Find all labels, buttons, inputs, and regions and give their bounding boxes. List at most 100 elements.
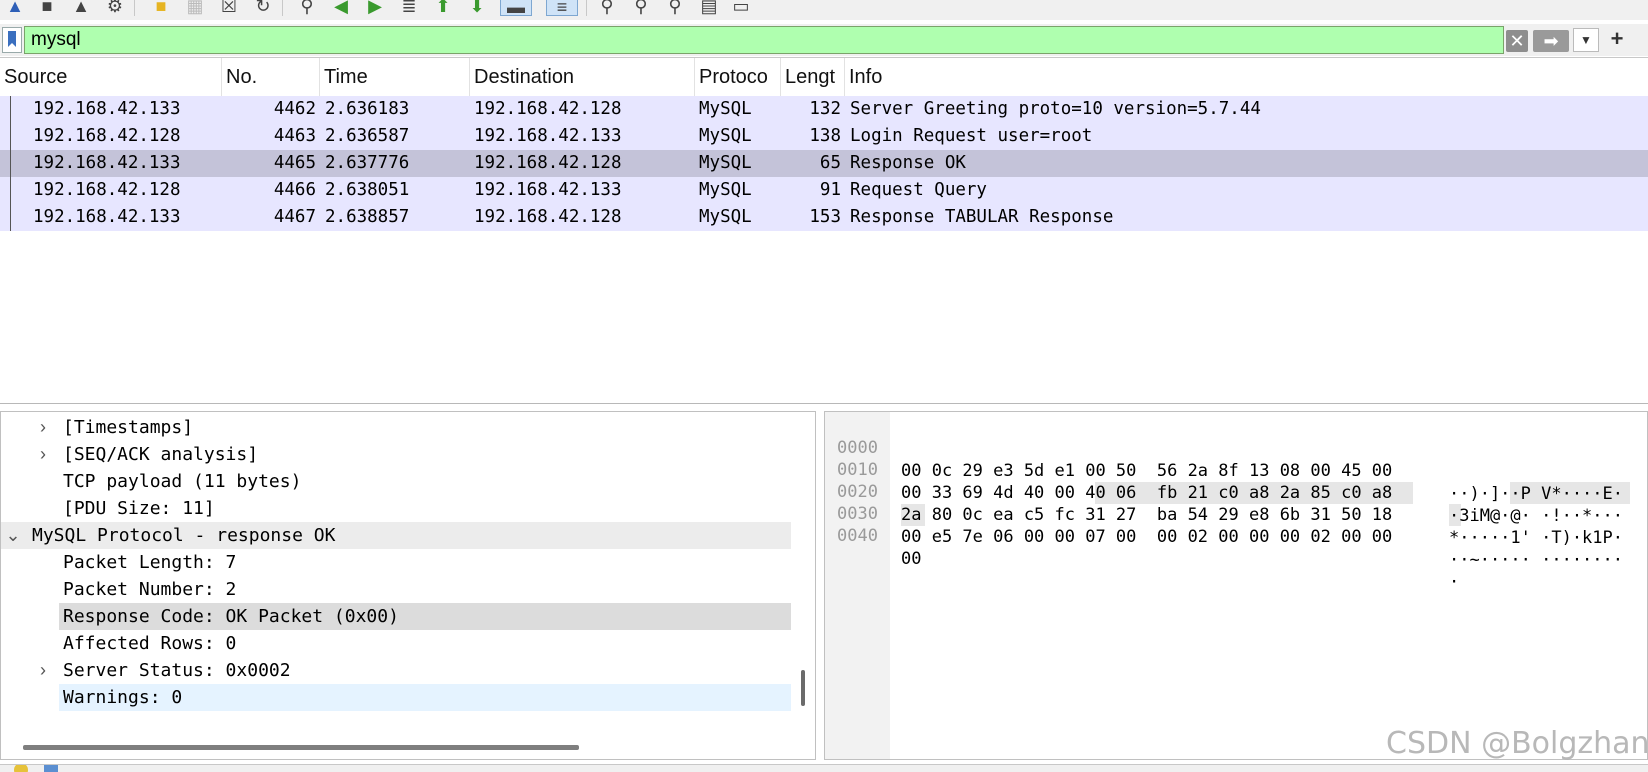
hex-bytes: 00 e5 7e 06 00 00 07 00 00 02 00 00 00 0… — [901, 527, 1393, 547]
go-back-icon[interactable]: ◀ — [330, 0, 352, 16]
column-header-no[interactable]: No. — [222, 58, 320, 96]
cell-source: 192.168.42.128 — [33, 126, 181, 146]
tree-item[interactable]: TCP payload (11 bytes) — [1, 468, 791, 495]
arrow-right-icon[interactable]: ➡ — [1533, 30, 1569, 52]
close-file-icon[interactable]: ☒ — [218, 0, 240, 16]
tree-item[interactable]: Packet Number: 2 — [1, 576, 791, 603]
tree-item-label: [Timestamps] — [63, 417, 194, 438]
cell-protocol: MySQL — [699, 207, 752, 227]
toolbar-separator — [586, 0, 587, 16]
cell-length: 138 — [809, 126, 841, 146]
cell-no: 4465 — [273, 153, 316, 173]
tree-item-selected[interactable]: Response Code: OK Packet (0x00) — [1, 603, 791, 630]
hex-ascii: · — [1449, 572, 1460, 592]
first-packet-icon[interactable]: ⬆ — [432, 0, 454, 16]
tree-item[interactable]: › [Timestamps] — [1, 414, 791, 441]
tree-item[interactable]: › [SEQ/ACK analysis] — [1, 441, 791, 468]
tree-item-label: Affected Rows: 0 — [63, 633, 237, 654]
cell-time: 2.636183 — [325, 99, 410, 119]
packet-row[interactable]: 192.168.42.133 4467 2.638857 192.168.42.… — [0, 204, 1648, 231]
watermark: CSDN @Bolgzhang — [1386, 726, 1648, 761]
cell-info: Login Request user=root — [850, 126, 1093, 146]
cell-info: Server Greeting proto=10 version=5.7.44 — [850, 99, 1261, 119]
cell-info: Response OK — [850, 153, 966, 173]
open-file-icon[interactable]: ■ — [150, 0, 172, 16]
tree-item-mysql-protocol[interactable]: ⌄ MySQL Protocol - response OK — [1, 522, 791, 549]
vertical-scrollbar[interactable] — [801, 670, 805, 706]
shark-fin-start-icon[interactable]: ▲ — [4, 0, 26, 16]
chevron-right-icon[interactable]: › — [35, 414, 51, 441]
tree-item-label: Packet Length: 7 — [63, 552, 237, 573]
tree-item[interactable]: Affected Rows: 0 — [1, 630, 791, 657]
hex-row[interactable]: 0010 00 33 69 4d 40 00 40 06 fb 21 c0 a8… — [825, 436, 1623, 526]
go-to-packet-icon[interactable]: ≣ — [398, 0, 420, 16]
hex-ascii: ··)·]··P V*····E· — [1449, 484, 1623, 504]
hex-row[interactable]: 0000 00 0c 29 e3 5d e1 00 50 56 2a 8f 13… — [825, 414, 1623, 504]
cell-source: 192.168.42.133 — [33, 153, 181, 173]
chevron-right-icon[interactable]: › — [35, 657, 51, 684]
find-packet-icon[interactable]: ⚲ — [296, 0, 318, 16]
cell-no: 4462 — [273, 99, 316, 119]
hex-row[interactable]: 0030 00 e5 7e 06 00 00 07 00 00 02 00 00… — [825, 480, 1623, 570]
column-header-info[interactable]: Info — [845, 58, 1648, 96]
chevron-right-icon[interactable]: › — [35, 441, 51, 468]
cell-destination: 192.168.42.133 — [474, 180, 622, 200]
cell-length: 132 — [809, 99, 841, 119]
cell-time: 2.638857 — [325, 207, 410, 227]
normal-size-icon[interactable]: ⚲ — [664, 0, 686, 16]
horizontal-scrollbar[interactable] — [23, 745, 579, 750]
cell-length: 65 — [819, 153, 841, 173]
colorize-icon[interactable]: ≡ — [546, 0, 578, 17]
tree-item-label: TCP payload (11 bytes) — [63, 471, 302, 492]
cell-destination: 192.168.42.128 — [474, 153, 622, 173]
display-filter-bar: ✕ ➡ ▼ + — [0, 24, 1648, 56]
go-forward-icon[interactable]: ▶ — [364, 0, 386, 16]
packet-row[interactable]: 192.168.42.128 4466 2.638051 192.168.42.… — [0, 177, 1648, 204]
stop-capture-icon[interactable]: ■ — [36, 0, 58, 16]
hex-ascii: ·3iM@·@· ·!··*··· — [1449, 506, 1623, 526]
packet-row[interactable]: 192.168.42.128 4463 2.636587 192.168.42.… — [0, 123, 1648, 150]
tree-item[interactable]: › Server Status: 0x0002 — [1, 657, 791, 684]
packet-row[interactable]: 192.168.42.133 4462 2.636183 192.168.42.… — [0, 96, 1648, 123]
cell-source: 192.168.42.133 — [33, 207, 181, 227]
tree-item[interactable]: [PDU Size: 11] — [1, 495, 791, 522]
bookmark-icon[interactable] — [2, 27, 22, 53]
auto-scroll-icon[interactable]: ▬ — [500, 0, 532, 17]
hex-row[interactable]: 0040 00 · — [825, 502, 1459, 592]
plus-icon[interactable]: + — [1604, 26, 1630, 52]
chevron-down-icon[interactable]: ▼ — [1573, 28, 1599, 52]
hex-row[interactable]: 0020 2a 80 0c ea c5 fc 31 27 ba 54 29 e8… — [825, 458, 1623, 548]
columns-icon[interactable]: ▭ — [730, 0, 752, 16]
zoom-out-icon[interactable]: ⚲ — [630, 0, 652, 16]
hex-bytes: 00 33 69 4d 40 00 40 06 fb 21 c0 a8 2a 8… — [901, 483, 1393, 503]
tree-item-label: [PDU Size: 11] — [63, 498, 215, 519]
close-x-icon[interactable]: ✕ — [1506, 30, 1528, 52]
chevron-down-icon[interactable]: ⌄ — [5, 522, 21, 549]
tree-item[interactable]: Packet Length: 7 — [1, 549, 791, 576]
save-file-icon[interactable]: ▦ — [184, 0, 206, 16]
column-header-length[interactable]: Lengt — [781, 58, 845, 96]
cell-source: 192.168.42.128 — [33, 180, 181, 200]
cell-info: Response TABULAR Response — [850, 207, 1114, 227]
last-packet-icon[interactable]: ⬇ — [466, 0, 488, 16]
tree-item-label: [SEQ/ACK analysis] — [63, 444, 259, 465]
cell-destination: 192.168.42.133 — [474, 126, 622, 146]
cell-source: 192.168.42.133 — [33, 99, 181, 119]
packet-details-pane: › [Timestamps] › [SEQ/ACK analysis] TCP … — [0, 411, 816, 760]
column-header-protocol[interactable]: Protoco — [695, 58, 781, 96]
zoom-in-icon[interactable]: ⚲ — [596, 0, 618, 16]
column-header-source[interactable]: Source — [0, 58, 222, 96]
display-filter-input[interactable] — [24, 26, 1504, 54]
tree-item[interactable]: Warnings: 0 — [1, 684, 791, 711]
restart-capture-icon[interactable]: ▲ — [70, 0, 92, 16]
resize-columns-icon[interactable]: ▤ — [698, 0, 720, 16]
packet-list-header: Source No. Time Destination Protoco Leng… — [0, 58, 1648, 96]
capture-options-icon[interactable]: ⚙ — [104, 0, 126, 16]
cell-protocol: MySQL — [699, 153, 752, 173]
packet-bytes-pane: 0000 00 0c 29 e3 5d e1 00 50 56 2a 8f 13… — [824, 411, 1648, 760]
column-header-time[interactable]: Time — [320, 58, 470, 96]
column-header-destination[interactable]: Destination — [470, 58, 695, 96]
related-packet-marker — [10, 96, 11, 123]
packet-row-selected[interactable]: 192.168.42.133 4465 2.637776 192.168.42.… — [0, 150, 1648, 177]
reload-file-icon[interactable]: ↻ — [252, 0, 274, 16]
